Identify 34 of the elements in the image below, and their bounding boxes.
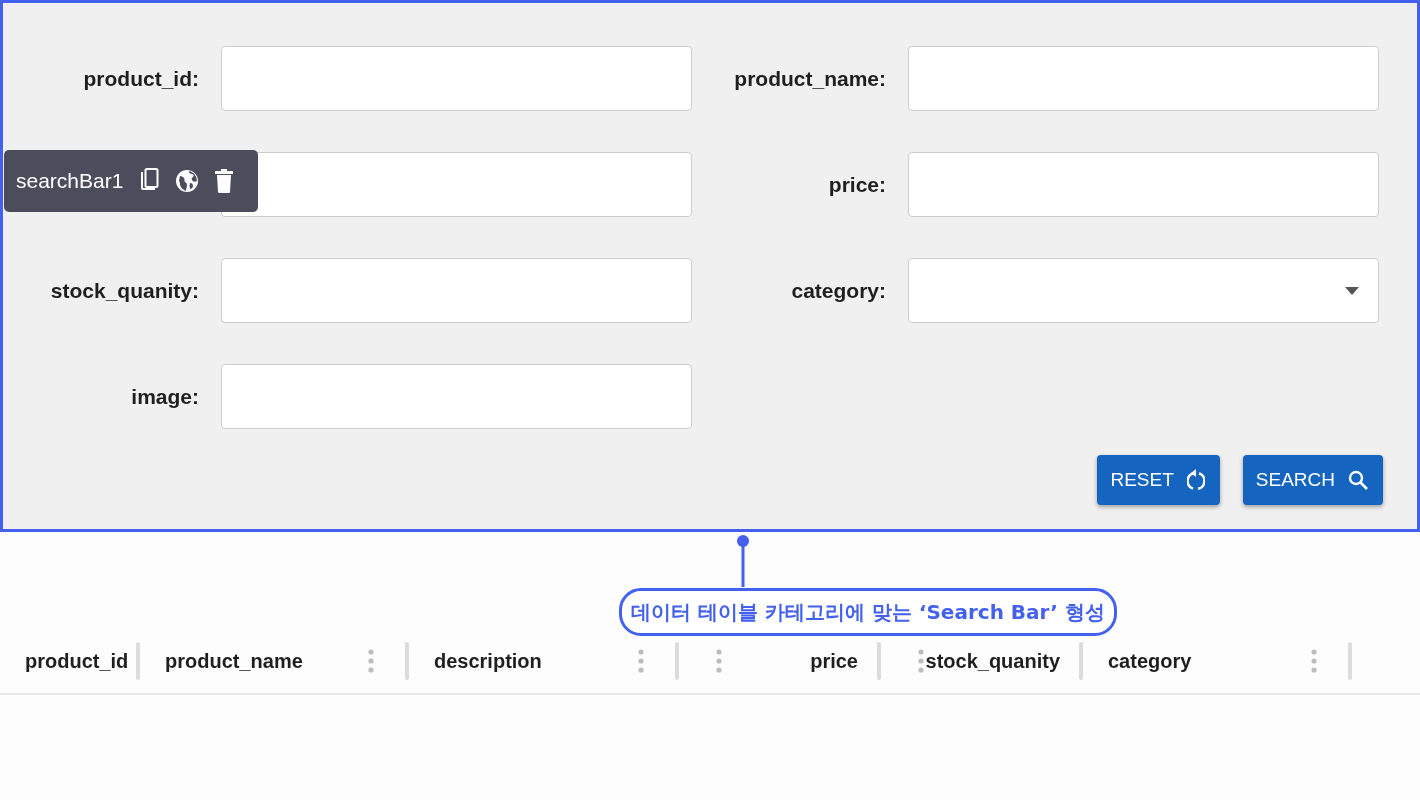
field-label: stock_quanity: [50, 278, 199, 303]
more-icon[interactable] [918, 649, 924, 673]
reset-button[interactable]: RESET [1097, 455, 1220, 505]
input-field[interactable] [221, 258, 692, 323]
column-header[interactable]: description [434, 649, 542, 673]
field-label: category: [791, 278, 886, 303]
globe-icon[interactable] [175, 169, 200, 193]
input-field[interactable] [221, 152, 692, 217]
refresh-icon [1186, 469, 1205, 491]
leader-line [737, 535, 749, 587]
more-icon[interactable] [716, 649, 722, 673]
field-label: product_id: [83, 66, 199, 91]
select-field[interactable] [908, 258, 1379, 323]
input-field[interactable] [908, 152, 1379, 217]
component-name: searchBar1 [16, 169, 124, 193]
column-header[interactable]: product_id [25, 649, 129, 673]
more-icon[interactable] [638, 649, 644, 673]
column-header[interactable]: stock_quanity [925, 649, 1060, 673]
search-icon [1348, 470, 1368, 490]
input-field[interactable] [221, 46, 692, 111]
column-header[interactable]: price [810, 649, 858, 673]
more-icon[interactable] [368, 649, 374, 673]
more-icon[interactable] [1311, 649, 1317, 673]
input-field[interactable] [221, 364, 692, 429]
column-header[interactable]: product_name [165, 649, 303, 673]
search-button[interactable]: SEARCH [1242, 455, 1383, 505]
field-label: image: [131, 384, 199, 409]
trash-icon[interactable] [215, 169, 234, 193]
callout-label: 데이터 테이블 카테고리에 맞는 ‘Search Bar’ 형성 [619, 588, 1117, 636]
field-label: product_name: [734, 66, 886, 91]
column-header[interactable]: category [1108, 649, 1192, 673]
input-field[interactable] [908, 46, 1379, 111]
caret-icon [1345, 286, 1359, 295]
field-label: price: [828, 172, 886, 197]
